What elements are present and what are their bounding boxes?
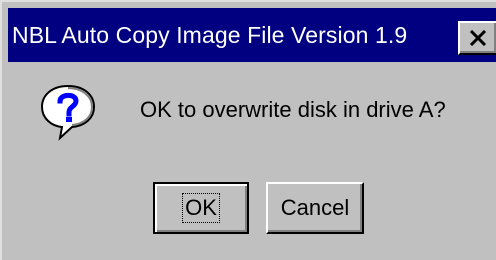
dialog-title: NBL Auto Copy Image File Version 1.9: [12, 22, 408, 48]
close-button[interactable]: [458, 21, 496, 55]
dialog-message: OK to overwrite disk in drive A?: [140, 97, 446, 122]
title-bar[interactable]: NBL Auto Copy Image File Version 1.9: [8, 8, 496, 62]
question-icon: [40, 84, 96, 141]
ok-button-label: OK: [182, 193, 220, 223]
close-icon: [469, 30, 487, 46]
cancel-button-label: Cancel: [280, 195, 350, 220]
cancel-button[interactable]: Cancel: [266, 182, 364, 234]
ok-button[interactable]: OK: [153, 182, 249, 234]
dialog-window: NBL Auto Copy Image File Version 1.9 OK …: [0, 0, 496, 260]
